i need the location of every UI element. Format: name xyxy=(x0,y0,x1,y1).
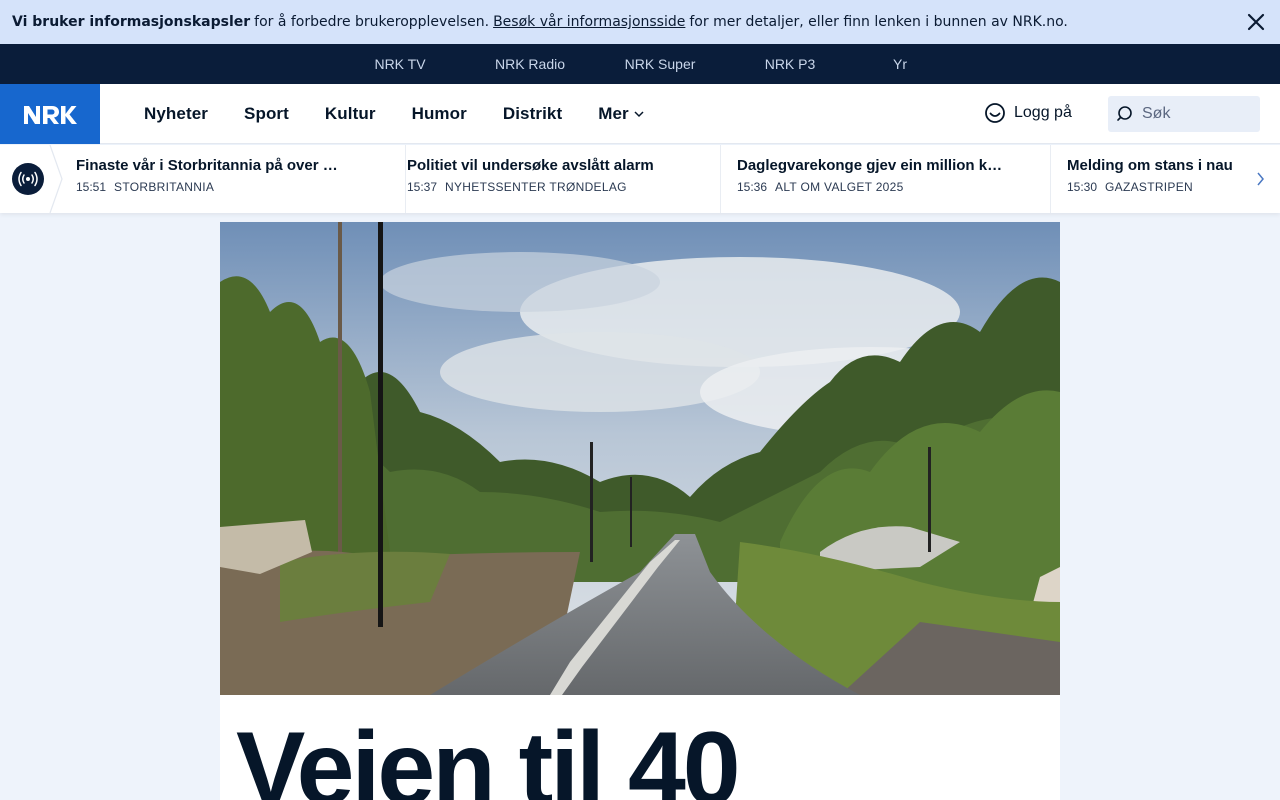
cookie-banner-text-2: for mer detaljer, eller finn lenken i bu… xyxy=(689,14,1068,30)
search-box[interactable] xyxy=(1108,96,1260,132)
ticker-item[interactable]: Finaste vår i Storbritannia på over … 15… xyxy=(76,145,406,213)
nav-mer[interactable]: Mer xyxy=(580,104,663,124)
nav-sport[interactable]: Sport xyxy=(226,104,307,124)
chevron-right-icon xyxy=(1257,172,1264,186)
ticker-item-category: Gazastripen xyxy=(1105,180,1194,194)
ticker-item-time: 15:37 xyxy=(407,180,438,194)
ticker-item-category: Storbritannia xyxy=(114,180,215,194)
nav-mer-label: Mer xyxy=(598,104,629,123)
ticker-item-time: 15:36 xyxy=(737,180,768,194)
service-link-nrk-radio[interactable]: NRK Radio xyxy=(465,56,595,72)
road-forest-photo xyxy=(220,222,1060,695)
service-link-nrk-tv[interactable]: NRK TV xyxy=(335,56,465,72)
ticker-next-button[interactable] xyxy=(1240,145,1280,213)
ticker-item-time: 15:51 xyxy=(76,180,107,194)
live-broadcast-icon[interactable] xyxy=(12,163,44,195)
nav-humor[interactable]: Humor xyxy=(394,104,485,124)
ticker-item-title: Finaste vår i Storbritannia på over … xyxy=(76,157,338,174)
service-nav: NRK TV NRK Radio NRK Super NRK P3 Yr xyxy=(0,44,1280,84)
ticker-item-title: Politiet vil undersøke avslått alarm xyxy=(407,157,654,174)
cookie-banner-text: for å forbedre brukeropplevelsen. xyxy=(254,14,490,30)
service-link-yr[interactable]: Yr xyxy=(855,56,945,72)
main-nav: Nyheter Sport Kultur Humor Distrikt Mer … xyxy=(0,84,1280,144)
ticker-item-category: Alt om valget 2025 xyxy=(775,180,904,194)
nav-kultur[interactable]: Kultur xyxy=(307,104,394,124)
login-button[interactable]: Logg på xyxy=(984,102,1072,124)
service-link-nrk-super[interactable]: NRK Super xyxy=(595,56,725,72)
chevron-down-icon xyxy=(634,111,644,118)
service-link-nrk-p3[interactable]: NRK P3 xyxy=(725,56,855,72)
ticker-separator xyxy=(49,145,63,213)
login-label: Logg på xyxy=(1014,104,1072,121)
ticker-item-category: Nyhetssenter Trøndelag xyxy=(445,180,627,194)
ticker-item[interactable]: Daglegvarekonge gjev ein million k… 15:3… xyxy=(737,145,1051,213)
article-hero-image[interactable] xyxy=(220,222,1060,695)
close-icon[interactable] xyxy=(1244,10,1268,34)
nav-distrikt[interactable]: Distrikt xyxy=(485,104,580,124)
news-ticker: Finaste vår i Storbritannia på over … 15… xyxy=(0,145,1280,213)
nrk-logo[interactable] xyxy=(0,84,100,144)
search-icon xyxy=(1117,106,1132,121)
cookie-banner: Vi bruker informasjonskapsler for å forb… xyxy=(0,0,1280,44)
cookie-banner-title: Vi bruker informasjonskapsler xyxy=(12,14,251,30)
article-card[interactable]: Veien til 40 xyxy=(220,695,1060,800)
ticker-item-title: Daglegvarekonge gjev ein million k… xyxy=(737,157,1003,174)
article-headline[interactable]: Veien til 40 xyxy=(236,717,741,800)
ticker-item-time: 15:30 xyxy=(1067,180,1098,194)
section-nav: Nyheter Sport Kultur Humor Distrikt Mer xyxy=(126,84,663,144)
nrk-logo-icon xyxy=(24,106,77,124)
nav-nyheter[interactable]: Nyheter xyxy=(126,104,226,124)
ticker-item[interactable]: Politiet vil undersøke avslått alarm 15:… xyxy=(407,145,721,213)
search-input[interactable] xyxy=(1142,105,1252,123)
broadcast-waves-icon xyxy=(18,171,38,187)
cookie-info-link[interactable]: Besøk vår informasjonsside xyxy=(493,14,685,30)
user-smile-icon xyxy=(985,103,1005,123)
